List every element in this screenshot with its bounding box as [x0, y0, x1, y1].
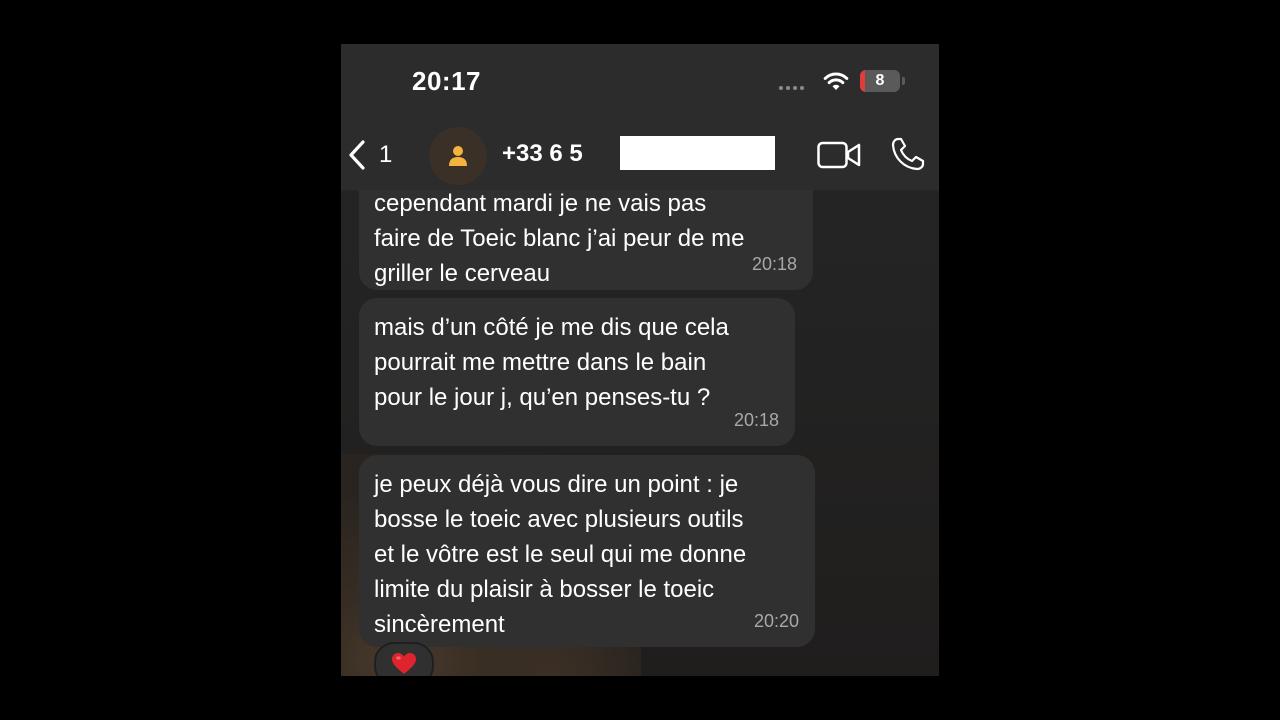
video-call-button[interactable]	[817, 140, 861, 170]
message-text: je peux déjà vous dire un point : je bos…	[374, 471, 747, 638]
redaction-box	[620, 136, 775, 170]
reaction-badge[interactable]	[374, 642, 434, 676]
phone-call-button[interactable]	[890, 136, 926, 172]
person-icon	[449, 146, 467, 166]
status-time: 20:17	[412, 66, 481, 96]
contact-avatar[interactable]	[429, 127, 487, 185]
message-bubble[interactable]: cependant mardi je ne vais pas faire de …	[359, 190, 813, 290]
conversation-header: 1 +33 6 5	[341, 124, 939, 191]
message-bubble[interactable]: je peux déjà vous dire un point : je bos…	[359, 455, 815, 647]
unread-count: 1	[379, 141, 393, 168]
battery-tip	[902, 77, 905, 85]
message-text: mais d’un côté je me dis que cela pourra…	[374, 314, 729, 411]
wifi-icon	[823, 72, 849, 90]
message-time: 20:18	[733, 410, 779, 430]
heart-icon	[392, 653, 416, 674]
battery-level: 8	[875, 72, 885, 89]
message-bubble[interactable]: mais d’un côté je me dis que cela pourra…	[359, 298, 795, 446]
contact-name[interactable]: +33 6 5	[502, 140, 583, 168]
message-time: 20:18	[751, 254, 797, 274]
phone-screen: 20:17 8 1 +33 6 5 cependant mardi je ne …	[341, 44, 939, 676]
message-text: cependant mardi je ne vais pas faire de …	[374, 190, 745, 287]
chevron-left-icon	[349, 140, 365, 170]
back-button[interactable]: 1	[347, 138, 392, 172]
battery-icon: 8	[860, 70, 900, 92]
message-time: 20:20	[753, 611, 799, 631]
cellular-signal-icon	[779, 86, 804, 90]
message-list[interactable]: cependant mardi je ne vais pas faire de …	[341, 190, 939, 676]
status-bar: 20:17 8	[341, 44, 939, 124]
